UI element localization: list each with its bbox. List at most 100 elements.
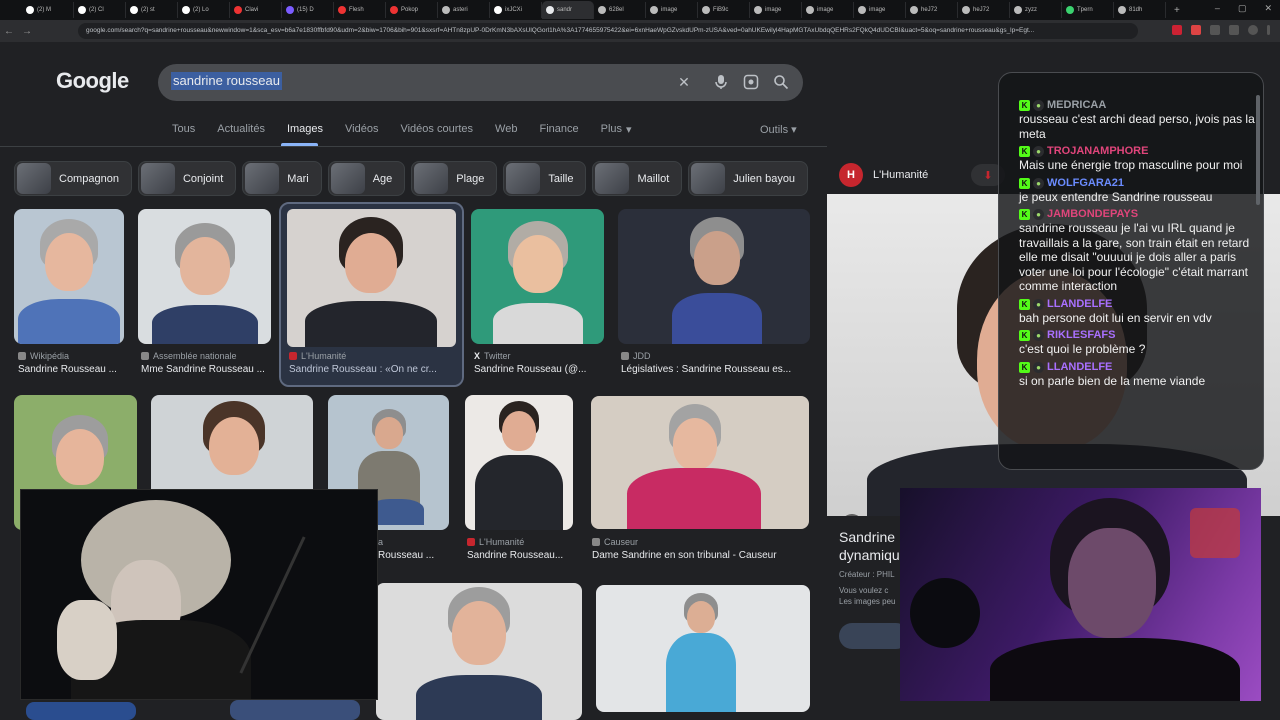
chat-username[interactable]: LLANDELFE — [1047, 361, 1112, 374]
image-result[interactable] — [376, 583, 582, 720]
browser-tab[interactable]: heJ72 — [958, 2, 1010, 18]
maximize-icon[interactable]: ▢ — [1238, 3, 1247, 14]
forward-icon[interactable]: → — [18, 26, 36, 37]
browser-tab[interactable]: 81dh — [1114, 2, 1166, 18]
alien-badge-icon: ● — [1033, 209, 1044, 220]
chat-username[interactable]: LLANDELFE — [1047, 298, 1112, 311]
image-result[interactable] — [26, 702, 136, 720]
chip-conjoint[interactable]: Conjoint — [137, 161, 237, 196]
tab-web[interactable]: Web — [495, 123, 517, 136]
lens-search-icon[interactable]: ◎ — [841, 514, 863, 516]
chat-username-row: K ● RIKLESFAFS — [1019, 329, 1259, 342]
chat-username[interactable]: MEDRICAA — [1047, 99, 1106, 112]
url-field[interactable]: google.com/search?q=sandrine+rousseau&ne… — [78, 23, 1138, 39]
image-result[interactable] — [138, 209, 271, 344]
lens-icon[interactable] — [743, 74, 759, 90]
tab-favicon-icon — [962, 6, 970, 14]
image-result[interactable] — [465, 395, 573, 530]
browser-tab[interactable]: asteri — [438, 2, 490, 18]
browser-tab[interactable]: (2) Lo — [178, 2, 230, 18]
result-title[interactable]: Sandrine Rousseau : «On ne cr... — [289, 364, 454, 375]
image-result[interactable] — [591, 396, 809, 529]
tab-label: heJ72 — [921, 7, 938, 13]
chip-thumbnail — [140, 163, 175, 194]
result-title[interactable]: Dame Sandrine en son tribunal - Causeur — [592, 550, 810, 561]
browser-tab[interactable]: (15) D — [282, 2, 334, 18]
tab-images[interactable]: Images — [287, 123, 323, 136]
close-window-icon[interactable]: ✕ — [1264, 3, 1272, 14]
x-icon: X — [474, 351, 481, 361]
browser-tab[interactable]: Tpern — [1062, 2, 1114, 18]
chat-username[interactable]: RIKLESFAFS — [1047, 329, 1115, 342]
search-icon[interactable] — [773, 74, 789, 90]
browser-tab[interactable]: zyzz — [1010, 2, 1062, 18]
image-result[interactable] — [596, 585, 810, 712]
browser-tab[interactable]: image — [802, 2, 854, 18]
chip-age[interactable]: Age — [327, 161, 406, 196]
chip-thumbnail — [330, 163, 365, 194]
extension-icon[interactable] — [1191, 25, 1201, 35]
microphone-icon[interactable] — [713, 74, 729, 90]
header-divider — [0, 146, 827, 147]
profile-icon[interactable] — [1248, 25, 1258, 35]
browser-tab[interactable]: (2) st — [126, 2, 178, 18]
chip-julien-bayou[interactable]: Julien bayou — [688, 161, 809, 196]
chip-label: Conjoint — [182, 172, 224, 185]
result-title[interactable]: Mme Sandrine Rousseau ... — [141, 364, 276, 375]
browser-tab[interactable]: image — [854, 2, 906, 18]
chat-username-row: K ● WOLFGARA21 — [1019, 177, 1259, 190]
tab-actualités[interactable]: Actualités — [217, 123, 265, 136]
chip-mari[interactable]: Mari — [242, 161, 322, 196]
image-result[interactable] — [230, 700, 360, 720]
result-title[interactable]: Rousseau ... — [378, 550, 450, 561]
browser-tab[interactable]: heJ72 — [906, 2, 958, 18]
result-title[interactable]: Sandrine Rousseau... — [467, 550, 579, 561]
extension-icon[interactable] — [1229, 25, 1239, 35]
image-result[interactable] — [14, 209, 124, 344]
clear-icon[interactable]: ✕ — [676, 74, 692, 90]
chat-username[interactable]: WOLFGARA21 — [1047, 177, 1124, 190]
image-result[interactable] — [471, 209, 604, 344]
tab-plus[interactable]: Plus — [601, 123, 622, 136]
preview-source[interactable]: H L'Humanité — [839, 163, 928, 187]
browser-tab[interactable]: Pokop — [386, 2, 438, 18]
tab-vidéos-courtes[interactable]: Vidéos courtes — [400, 123, 473, 136]
chip-taille[interactable]: Taille — [503, 161, 587, 196]
browser-tab[interactable]: Flesh — [334, 2, 386, 18]
back-icon[interactable]: ← — [0, 26, 18, 37]
chat-text: c'est quoi le problème ? — [1019, 342, 1146, 356]
result-title[interactable]: Législatives : Sandrine Rousseau es... — [621, 364, 811, 375]
result-title[interactable]: Sandrine Rousseau ... — [18, 364, 128, 375]
chat-username[interactable]: JAMBONDEPAYS — [1047, 208, 1138, 221]
minimize-icon[interactable]: – — [1215, 3, 1220, 14]
browser-tab[interactable]: FiB9c — [698, 2, 750, 18]
result-title[interactable]: Sandrine Rousseau (@... — [474, 364, 604, 375]
browser-tab[interactable]: sandr — [542, 1, 594, 19]
preview-title[interactable]: Sandrine R dynamiqu — [839, 528, 909, 564]
browser-tab[interactable]: 628el — [594, 2, 646, 18]
visit-button[interactable] — [839, 623, 909, 649]
image-result[interactable] — [618, 209, 810, 344]
chip-plage[interactable]: Plage — [411, 161, 498, 196]
browser-tab[interactable]: image — [750, 2, 802, 18]
chat-username[interactable]: TROJANAMPHORE — [1047, 145, 1148, 158]
tab-favicon-icon — [78, 6, 86, 14]
extension-icon[interactable] — [1210, 25, 1220, 35]
google-logo[interactable]: Google — [56, 68, 129, 94]
browser-tab[interactable]: Clavi — [230, 2, 282, 18]
chip-compagnon[interactable]: Compagnon — [14, 161, 132, 196]
tools-button[interactable]: Outils ▾ — [760, 123, 797, 136]
extension-icon[interactable] — [1172, 25, 1182, 35]
kick-badge-icon: K — [1019, 100, 1030, 111]
tab-tous[interactable]: Tous — [172, 123, 195, 136]
tab-label: heJ72 — [973, 7, 990, 13]
new-tab-icon[interactable]: + — [1166, 5, 1180, 16]
browser-tab[interactable]: (2) Cl — [74, 2, 126, 18]
tab-vidéos[interactable]: Vidéos — [345, 123, 378, 136]
chip-maillot[interactable]: Maillot — [592, 161, 683, 196]
menu-icon[interactable] — [1267, 25, 1270, 35]
browser-tab[interactable]: ixJCXi — [490, 2, 542, 18]
browser-tab[interactable]: image — [646, 2, 698, 18]
tab-finance[interactable]: Finance — [539, 123, 578, 136]
browser-tab[interactable]: (2) M — [22, 2, 74, 18]
